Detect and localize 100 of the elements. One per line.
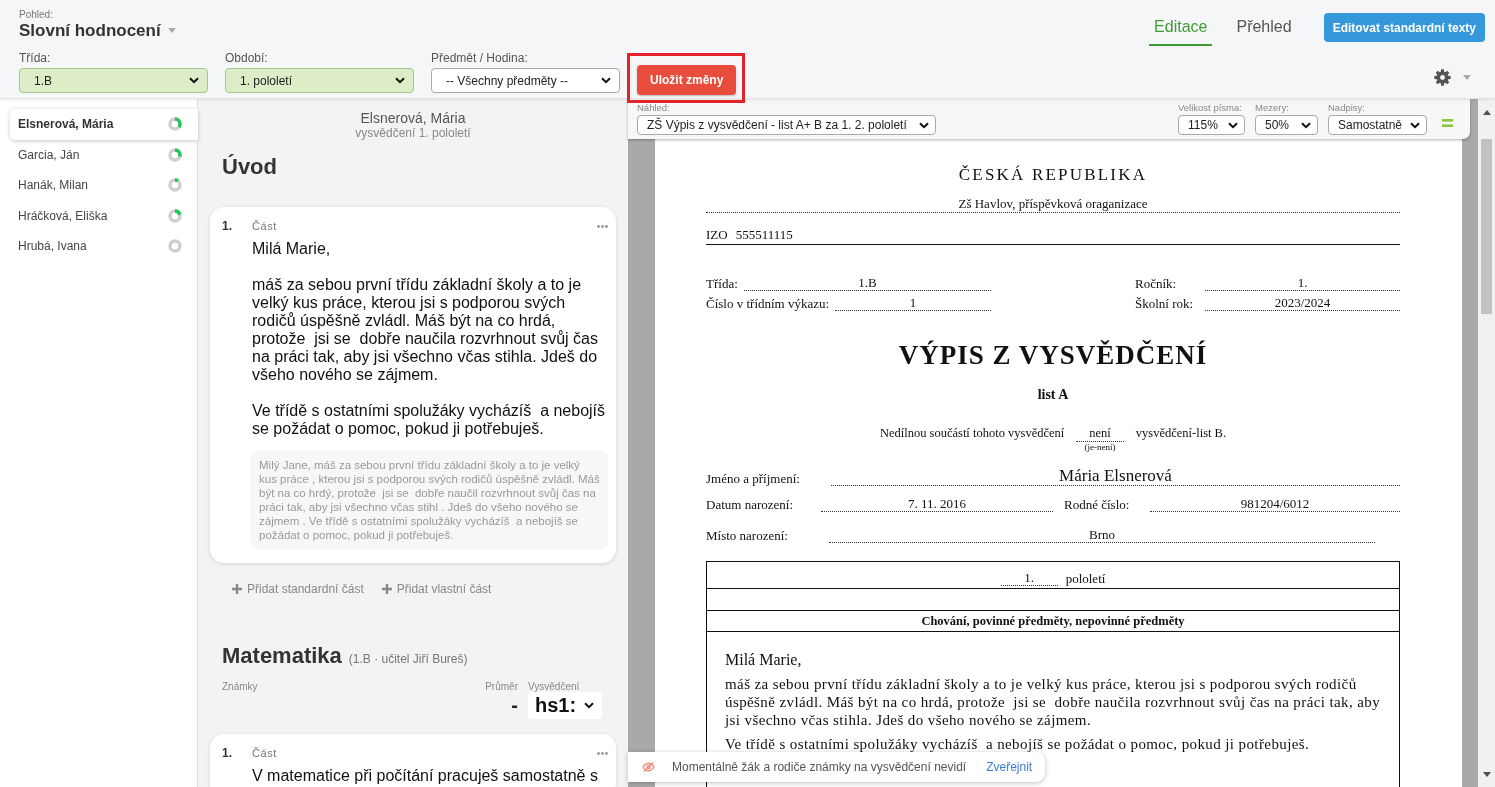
settings-icon[interactable] [1434,68,1451,86]
option-select[interactable]: Samostatně [1328,115,1427,135]
izo-value: 555511115 [735,227,793,242]
option-label: Nadpisy: [1328,103,1366,113]
birth-number-field: 981204/6012 [1150,496,1400,512]
country-heading: ČESKÁ REPUBLIKA [957,164,1149,185]
student-name: Hanák, Milan [18,178,89,193]
school-year-label: Školní rok: [1135,296,1195,311]
chevron-down-icon [584,702,594,709]
filter-select[interactable]: 1.B [19,68,208,93]
view-dropdown[interactable]: Slovní hodnocení [19,20,176,41]
register-number-label: Číslo v třídním výkazu: [706,296,830,311]
option-label: Velikost písma: [1178,103,1243,113]
class-label: Třída: [706,276,738,291]
plus-icon [381,584,392,594]
progress-ring-icon [168,147,182,162]
view-label: Pohled: [19,9,54,20]
student-name: Hrubá, Ivana [18,239,87,254]
section-title: Matematika [222,643,342,669]
part-number: 1. [222,746,233,762]
tab[interactable]: Přehled [1231,17,1297,46]
filter-select[interactable]: 1. pololetí [225,68,414,93]
grade-select[interactable]: hs1: [528,692,602,719]
birth-date-field: 7. 11. 2016 [821,496,1053,512]
filter-label: Třída: [19,51,52,65]
two-bars-icon[interactable] [1442,119,1453,127]
certificate-label: Vysvědčení [528,682,580,692]
part-label: Část [252,219,278,233]
attachment-text: Nedílnou součástí tohoto vysvědčení [879,426,1065,441]
grades-label: Známky [222,682,259,692]
option-select[interactable]: 115% [1178,115,1245,135]
progress-ring-icon [168,208,182,223]
publish-link[interactable]: Zveřejnit [986,760,1033,774]
document-title: VÝPIS Z VYSVĚDČENÍ [897,339,1209,371]
part-text: máš za sebou první třídu základní školy a to je velký kus práce, kterou jsi s podporou svých rodičů úspěšně zvládl. Máš být na co hrdá, protože jsi se dobře naučila rozvrhnout svůj čas na práci tak, aby jsi všechno včas stihla. Jdeš do všeho nového se zájmem. [252,276,599,384]
student-heading: Elsnerová, Mária [360,110,466,126]
evaluation-paragraph: máš za sebou první třídu základní školy a to je velký kus práce, kterou jsi s podporou svých rodičů úspěšně zvládl. Máš být na co hrdá, protože jsi se dobře naučila rozvrhnout svůj čas na práci tak, aby jsi všechno včas stihla. Jdeš do všeho nového se zájmem. [725,675,1381,729]
scroll-down-icon[interactable] [1482,772,1491,777]
birth-date-label: Datum narození: [706,497,794,512]
evaluation-paragraph: Ve třídě s ostatními spolužáky vycházíš a nebojíš se požádat o pomoc, pokud ji potřebuješ. [725,735,1311,753]
student-item[interactable]: Garcia, Ján [10,139,197,170]
period-label: pololetí [1065,571,1106,586]
average-value: - [511,693,518,718]
chevron-down-icon [601,77,611,84]
part-label: Část [252,746,278,760]
student-name: Elsnerová, Mária [18,117,114,132]
grade-year-field: 1. [1205,275,1400,291]
student-item[interactable]: Hráčková, Eliška [10,200,197,231]
filter-label: Předmět / Hodina: [431,51,529,65]
progress-ring-icon [168,239,182,254]
chevron-down-icon [189,77,199,84]
caret-icon [1463,74,1471,80]
full-name-field: Mária Elsnerová [831,466,1400,486]
student-item[interactable]: Elsnerová, Mária [10,109,198,140]
filter-label: Období: [225,51,269,65]
attachment-field: není [1076,426,1124,442]
average-label: Průměr [485,682,518,692]
scroll-up-icon[interactable] [1482,110,1491,115]
option-label: Mezery: [1255,103,1290,113]
ellipsis-icon[interactable] [597,751,608,755]
part-text: V matematice při počítání pracuješ samostatně s [252,767,599,785]
chevron-down-icon [1410,121,1420,129]
progress-ring-icon [168,178,182,193]
eye-slash-icon [642,762,655,772]
progress-ring-icon [168,117,182,132]
school-year-field: 2023/2024 [1205,295,1400,311]
student-name: Hráčková, Eliška [18,208,108,223]
chevron-down-icon [1228,121,1238,129]
school-field: Zš Havlov, příspěvková oraganizace [706,196,1400,213]
birthplace-label: Místo narození: [706,528,789,543]
part-number: 1. [222,219,233,235]
caret-icon [167,28,176,33]
student-item[interactable]: Hrubá, Ivana [10,231,197,262]
sheet-label: list A [1036,386,1070,403]
save-button[interactable]: Uložit změny [637,65,737,95]
template-select[interactable]: ZŠ Výpis z vysvědčení - list A+ B za 1. 2. pololetí [637,115,936,135]
chevron-down-icon [919,121,929,129]
greeting-text: Milá Marie, [725,651,803,669]
birthplace-field: Brno [829,527,1375,543]
student-name: Garcia, Ján [18,147,80,162]
full-name-label: Jméno a příjmení: [706,471,801,486]
period-field: 1. [1000,570,1058,586]
field-hint: (je-není) [1084,442,1116,453]
register-number-field: 1 [835,295,991,311]
option-select[interactable]: 50% [1255,115,1318,135]
chevron-down-icon [1301,121,1311,129]
scrollbar-thumb[interactable] [1481,139,1492,314]
subjects-heading: Chování, povinné předměty, nepovinné předměty [707,610,1399,631]
grade-year-label: Ročník: [1135,276,1178,291]
preview-label: Náhled: [637,103,671,113]
class-field: 1.B [743,275,991,291]
filter-select[interactable]: -- Všechny předměty -- [431,68,620,93]
part-text: Milá Marie, [252,240,332,258]
plus-icon [232,584,242,594]
ellipsis-icon[interactable] [597,224,608,228]
birth-number-label: Rodné číslo: [1064,497,1131,512]
chevron-down-icon [395,77,405,84]
notice-text: Momentálně žák a rodiče známky na vysvědčení nevidí [672,760,967,774]
student-item[interactable]: Hanák, Milan [10,170,197,201]
section-meta: (1.B · učitel Jiří Bureš) [348,652,468,666]
